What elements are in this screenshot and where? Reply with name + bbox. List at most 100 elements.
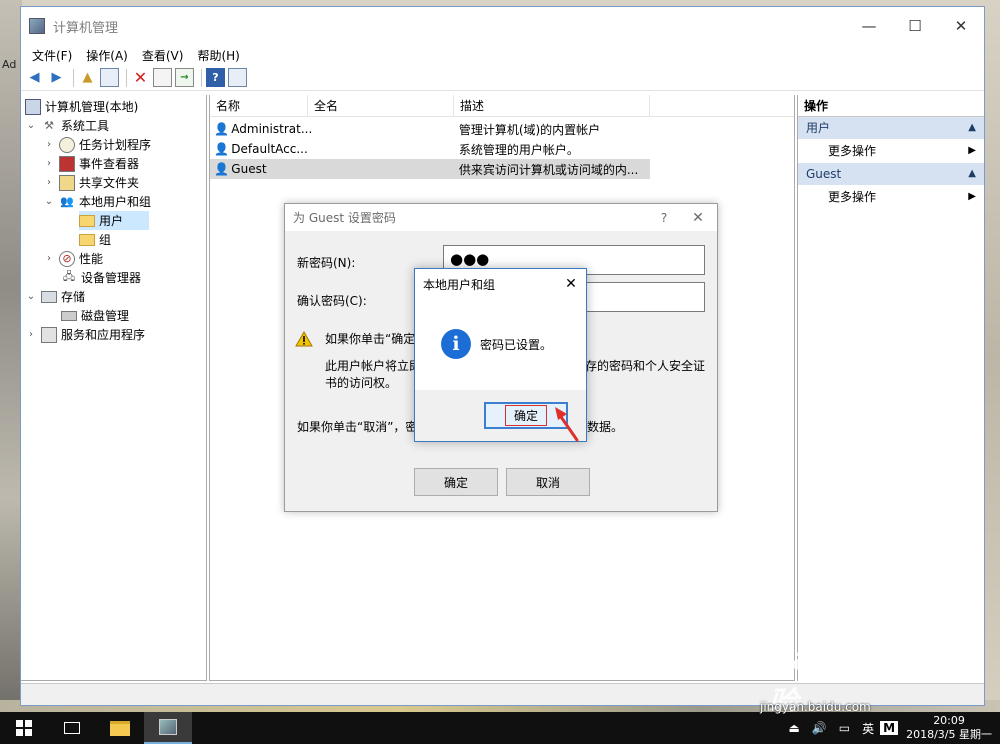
- properties-icon[interactable]: [153, 68, 172, 87]
- tree-item-device-manager[interactable]: 🖧 设备管理器: [61, 268, 141, 287]
- minimize-button[interactable]: —: [846, 7, 892, 45]
- ime-mode-icon[interactable]: M: [880, 721, 899, 735]
- new-password-label: 新密码(N):: [297, 256, 356, 270]
- device-manager-icon: 🖧: [62, 270, 76, 283]
- column-header-fullname[interactable]: 全名: [308, 94, 454, 117]
- ok-button[interactable]: 确定: [414, 468, 498, 496]
- tree-item-users[interactable]: 用户: [79, 211, 149, 230]
- tree-item-computer-management[interactable]: 计算机管理(本地): [25, 97, 138, 116]
- table-row[interactable]: 👤 DefaultAcc... 系统管理的用户帐户。: [210, 139, 650, 159]
- tree-item-groups[interactable]: 组: [79, 230, 111, 249]
- body-text-line1a: 此用户帐户将立即: [325, 359, 422, 373]
- export-list-icon[interactable]: →: [175, 68, 194, 87]
- expand-chevron-icon[interactable]: ›: [43, 177, 55, 188]
- tree-item-task-scheduler[interactable]: › 任务计划程序: [43, 135, 151, 154]
- delete-icon[interactable]: ✕: [131, 68, 150, 87]
- table-row-selected[interactable]: 👤 Guest 供来宾访问计算机或访问域的内...: [210, 159, 650, 179]
- actions-group-users[interactable]: 用户 ▲: [798, 117, 984, 139]
- taskbar: ⏏ 🔊 ▭ 英 M 20:09 2018/3/5 星期一: [0, 712, 1000, 744]
- more-actions-users[interactable]: 更多操作 ▶: [798, 139, 984, 163]
- tree-item-label: 性能: [79, 252, 104, 266]
- tree-item-disk-management[interactable]: 磁盘管理: [61, 306, 129, 325]
- disabled-user-icon: 👤: [214, 162, 230, 176]
- toolbar-separator: [126, 68, 127, 87]
- toolbar-separator: [201, 68, 202, 87]
- collapse-chevron-icon[interactable]: ⌄: [43, 196, 55, 207]
- more-actions-label: 更多操作: [828, 190, 877, 204]
- clock-time: 20:09: [933, 714, 965, 727]
- expand-chevron-icon[interactable]: ›: [25, 329, 37, 340]
- column-header-name[interactable]: 名称: [210, 94, 308, 117]
- start-button[interactable]: [0, 712, 48, 744]
- task-view-icon: [64, 722, 80, 734]
- message-box-body: i 密码已设置。: [415, 299, 586, 390]
- action-pane-icon[interactable]: [228, 68, 247, 87]
- tree-item-label: 系统工具: [61, 119, 110, 133]
- collapse-chevron-icon[interactable]: ⌄: [25, 291, 37, 302]
- tree-item-local-users-groups[interactable]: ⌄ 👥 本地用户和组: [43, 192, 151, 211]
- actions-group-label: 用户: [806, 121, 831, 135]
- usb-icon[interactable]: ⏏: [782, 721, 805, 735]
- expand-chevron-icon[interactable]: ›: [43, 253, 55, 264]
- table-row[interactable]: 👤 Administrat... 管理计算机(域)的内置帐户: [210, 119, 650, 139]
- back-arrow-icon[interactable]: ◀: [25, 68, 44, 87]
- file-explorer-button[interactable]: [96, 712, 144, 744]
- tree-item-performance[interactable]: › ⊘ 性能: [43, 249, 103, 268]
- help-button[interactable]: ?: [649, 211, 679, 225]
- tree-item-label: 计算机管理(本地): [45, 100, 139, 114]
- message-box-title: 本地用户和组: [423, 277, 496, 292]
- show-hide-tree-icon[interactable]: [100, 68, 119, 87]
- expand-chevron-icon[interactable]: ›: [43, 139, 55, 150]
- clock[interactable]: 20:09 2018/3/5 星期一: [898, 714, 1000, 742]
- computer-management-taskbar-button[interactable]: [144, 712, 192, 744]
- collapse-caret-icon[interactable]: ▲: [968, 163, 976, 185]
- tree-item-event-viewer[interactable]: › 事件查看器: [43, 154, 139, 173]
- tree-item-label: 事件查看器: [79, 157, 140, 171]
- collapse-caret-icon[interactable]: ▲: [968, 117, 976, 139]
- menu-file[interactable]: 文件(F): [25, 47, 79, 64]
- actions-group-guest[interactable]: Guest ▲: [798, 163, 984, 185]
- help-icon[interactable]: ?: [206, 68, 225, 87]
- tree-item-label: 组: [99, 233, 112, 247]
- maximize-button[interactable]: ☐: [892, 7, 938, 45]
- collapse-chevron-icon[interactable]: ⌄: [25, 120, 37, 131]
- shared-folder-icon: [59, 174, 75, 191]
- event-viewer-icon: [59, 155, 75, 172]
- tree-item-services-applications[interactable]: › 服务和应用程序: [25, 325, 145, 344]
- tree-item-shared-folders[interactable]: › 共享文件夹: [43, 173, 139, 192]
- tree-item-system-tools[interactable]: ⌄ ⚒ 系统工具: [25, 116, 109, 135]
- dialog-close-button[interactable]: ✕: [679, 210, 717, 226]
- task-view-button[interactable]: [48, 712, 96, 744]
- close-button[interactable]: ✕: [938, 7, 984, 45]
- computer-management-icon: [29, 18, 45, 34]
- tree-item-storage[interactable]: ⌄ 存储: [25, 287, 85, 306]
- row-name: Administrat...: [231, 122, 313, 136]
- more-actions-guest[interactable]: 更多操作 ▶: [798, 185, 984, 209]
- folder-icon: [110, 720, 130, 736]
- menu-view[interactable]: 查看(V): [135, 47, 191, 64]
- message-box-close-button[interactable]: ✕: [556, 276, 586, 292]
- expand-chevron-icon[interactable]: ›: [43, 158, 55, 169]
- more-actions-label: 更多操作: [828, 144, 877, 158]
- tree-item-label: 共享文件夹: [79, 176, 140, 190]
- desktop-background-right: [985, 0, 1000, 712]
- tree-item-label: 设备管理器: [81, 271, 142, 285]
- volume-icon[interactable]: 🔊: [806, 721, 833, 735]
- network-icon[interactable]: ▭: [833, 721, 856, 735]
- menu-help[interactable]: 帮助(H): [190, 47, 246, 64]
- tree-item-label: 服务和应用程序: [61, 328, 146, 342]
- ime-indicator[interactable]: 英: [856, 720, 880, 737]
- body-text-line2: 书的访问权。: [325, 376, 398, 390]
- watermark-url: jingyan.baidu.com: [760, 700, 871, 714]
- forward-arrow-icon[interactable]: ▶: [47, 68, 66, 87]
- warning-icon: [295, 331, 313, 347]
- actions-title: 操作: [798, 95, 984, 117]
- cancel-button[interactable]: 取消: [506, 468, 590, 496]
- up-folder-icon[interactable]: ▲: [78, 68, 97, 87]
- column-header-description[interactable]: 描述: [454, 94, 650, 117]
- body-text-line1b: 存的密码和个人安全证: [585, 359, 706, 373]
- menu-action[interactable]: 操作(A): [79, 47, 135, 64]
- message-ok-label: 确定: [504, 405, 547, 426]
- cancel-text-b: 数据。: [587, 420, 624, 434]
- tree-item-label: 本地用户和组: [79, 195, 152, 209]
